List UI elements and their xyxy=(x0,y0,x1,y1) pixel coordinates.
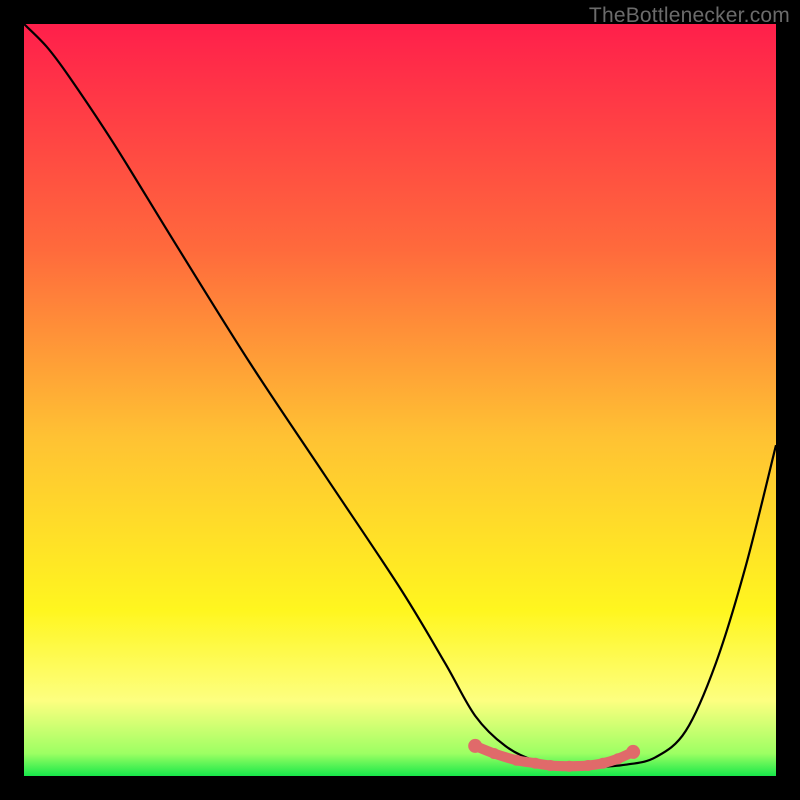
optimal-range-dot xyxy=(545,760,556,771)
gradient-background xyxy=(24,24,776,776)
optimal-range-dot xyxy=(583,760,594,771)
optimal-range-dot xyxy=(489,748,500,759)
chart-container: TheBottlenecker.com xyxy=(0,0,800,800)
optimal-range-endpoint xyxy=(626,745,640,759)
optimal-range-dot xyxy=(598,758,609,769)
optimal-range-endpoint xyxy=(468,739,482,753)
optimal-range-dot xyxy=(613,753,624,764)
optimal-range-dot xyxy=(564,761,575,772)
bottleneck-chart xyxy=(24,24,776,776)
optimal-range-dot xyxy=(530,758,541,769)
optimal-range-dot xyxy=(511,755,522,766)
